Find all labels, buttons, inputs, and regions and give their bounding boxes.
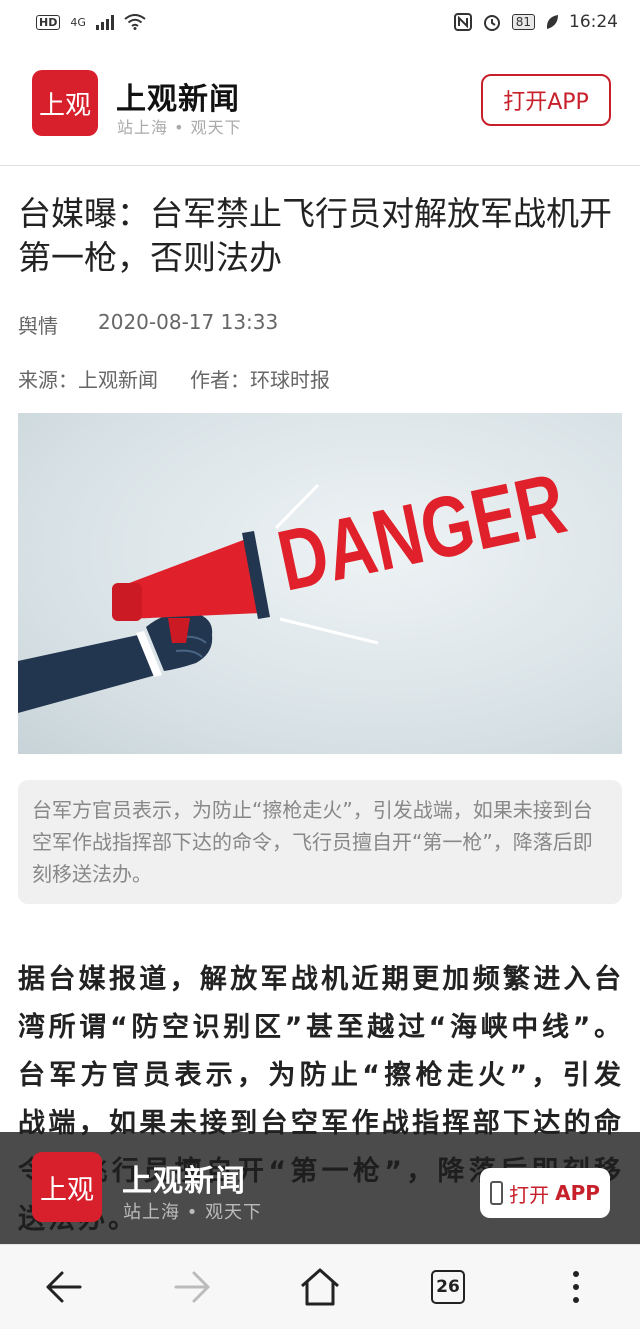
article-date: 2020-08-17 13:33 <box>98 310 279 334</box>
forward-icon <box>174 1271 210 1303</box>
alarm-icon <box>483 15 500 31</box>
back-icon <box>46 1271 82 1303</box>
tabs-button[interactable]: 26 <box>418 1257 478 1317</box>
brand-slogan: 站上海 • 观天下 <box>117 118 242 137</box>
clock: 16:24 <box>569 12 618 32</box>
network-type: 4G <box>70 15 86 29</box>
banner-app-logo[interactable]: 上观 <box>32 1152 102 1222</box>
article-meta: 舆情 2020-08-17 13:33 <box>18 310 278 339</box>
battery-indicator: 81 <box>511 14 535 30</box>
tabs-icon: 26 <box>431 1270 465 1304</box>
wifi-icon <box>124 14 146 30</box>
home-button[interactable] <box>290 1257 350 1317</box>
home-icon <box>301 1268 339 1306</box>
open-app-button[interactable]: 打开APP <box>481 74 611 126</box>
more-icon <box>573 1271 579 1303</box>
article-source: 来源：上观新闻 <box>18 368 158 392</box>
phone-icon <box>490 1181 504 1205</box>
signal-icon <box>95 14 114 30</box>
banner-open-label: 打开 <box>509 1182 550 1207</box>
status-right: 81 16:24 <box>453 12 618 32</box>
forward-button[interactable] <box>162 1257 222 1317</box>
banner-brand-slogan: 站上海 • 观天下 <box>123 1202 263 1223</box>
megaphone-illustration: DANGER <box>18 455 574 713</box>
status-left: HD 4G <box>36 14 146 30</box>
image-caption: 台军方官员表示，为防止“擦枪走火”，引发战端，如果未接到台空军作战指挥部下达的命… <box>18 780 622 904</box>
banner-open-app-button[interactable]: 打开 APP <box>480 1168 610 1218</box>
article-byline: 来源：上观新闻 作者：环球时报 <box>18 364 330 393</box>
site-header: 上观 上观新闻 站上海 • 观天下 打开APP <box>0 44 640 166</box>
article-category[interactable]: 舆情 <box>18 310 58 339</box>
article-image[interactable]: DANGER <box>18 413 622 754</box>
floating-app-banner[interactable]: 上观 上观新闻 站上海 • 观天下 打开 APP <box>0 1132 640 1244</box>
app-logo[interactable]: 上观 <box>32 70 98 136</box>
banner-brand-name: 上观新闻 <box>122 1164 246 1199</box>
back-button[interactable] <box>34 1257 94 1317</box>
browser-nav-bar: 26 <box>0 1244 640 1329</box>
leaf-icon <box>546 15 558 29</box>
banner-app-label: APP <box>555 1181 600 1205</box>
nfc-icon <box>453 13 472 31</box>
article-title: 台媒曝：台军禁止飞行员对解放军战机开第一枪，否则法办 <box>18 194 612 277</box>
article-author: 作者：环球时报 <box>190 368 330 392</box>
more-button[interactable] <box>546 1257 606 1317</box>
status-bar: HD 4G 81 16:24 <box>0 0 640 44</box>
brand-name: 上观新闻 <box>116 82 240 117</box>
hd-badge: HD <box>36 14 61 30</box>
danger-text: DANGER <box>270 455 574 609</box>
